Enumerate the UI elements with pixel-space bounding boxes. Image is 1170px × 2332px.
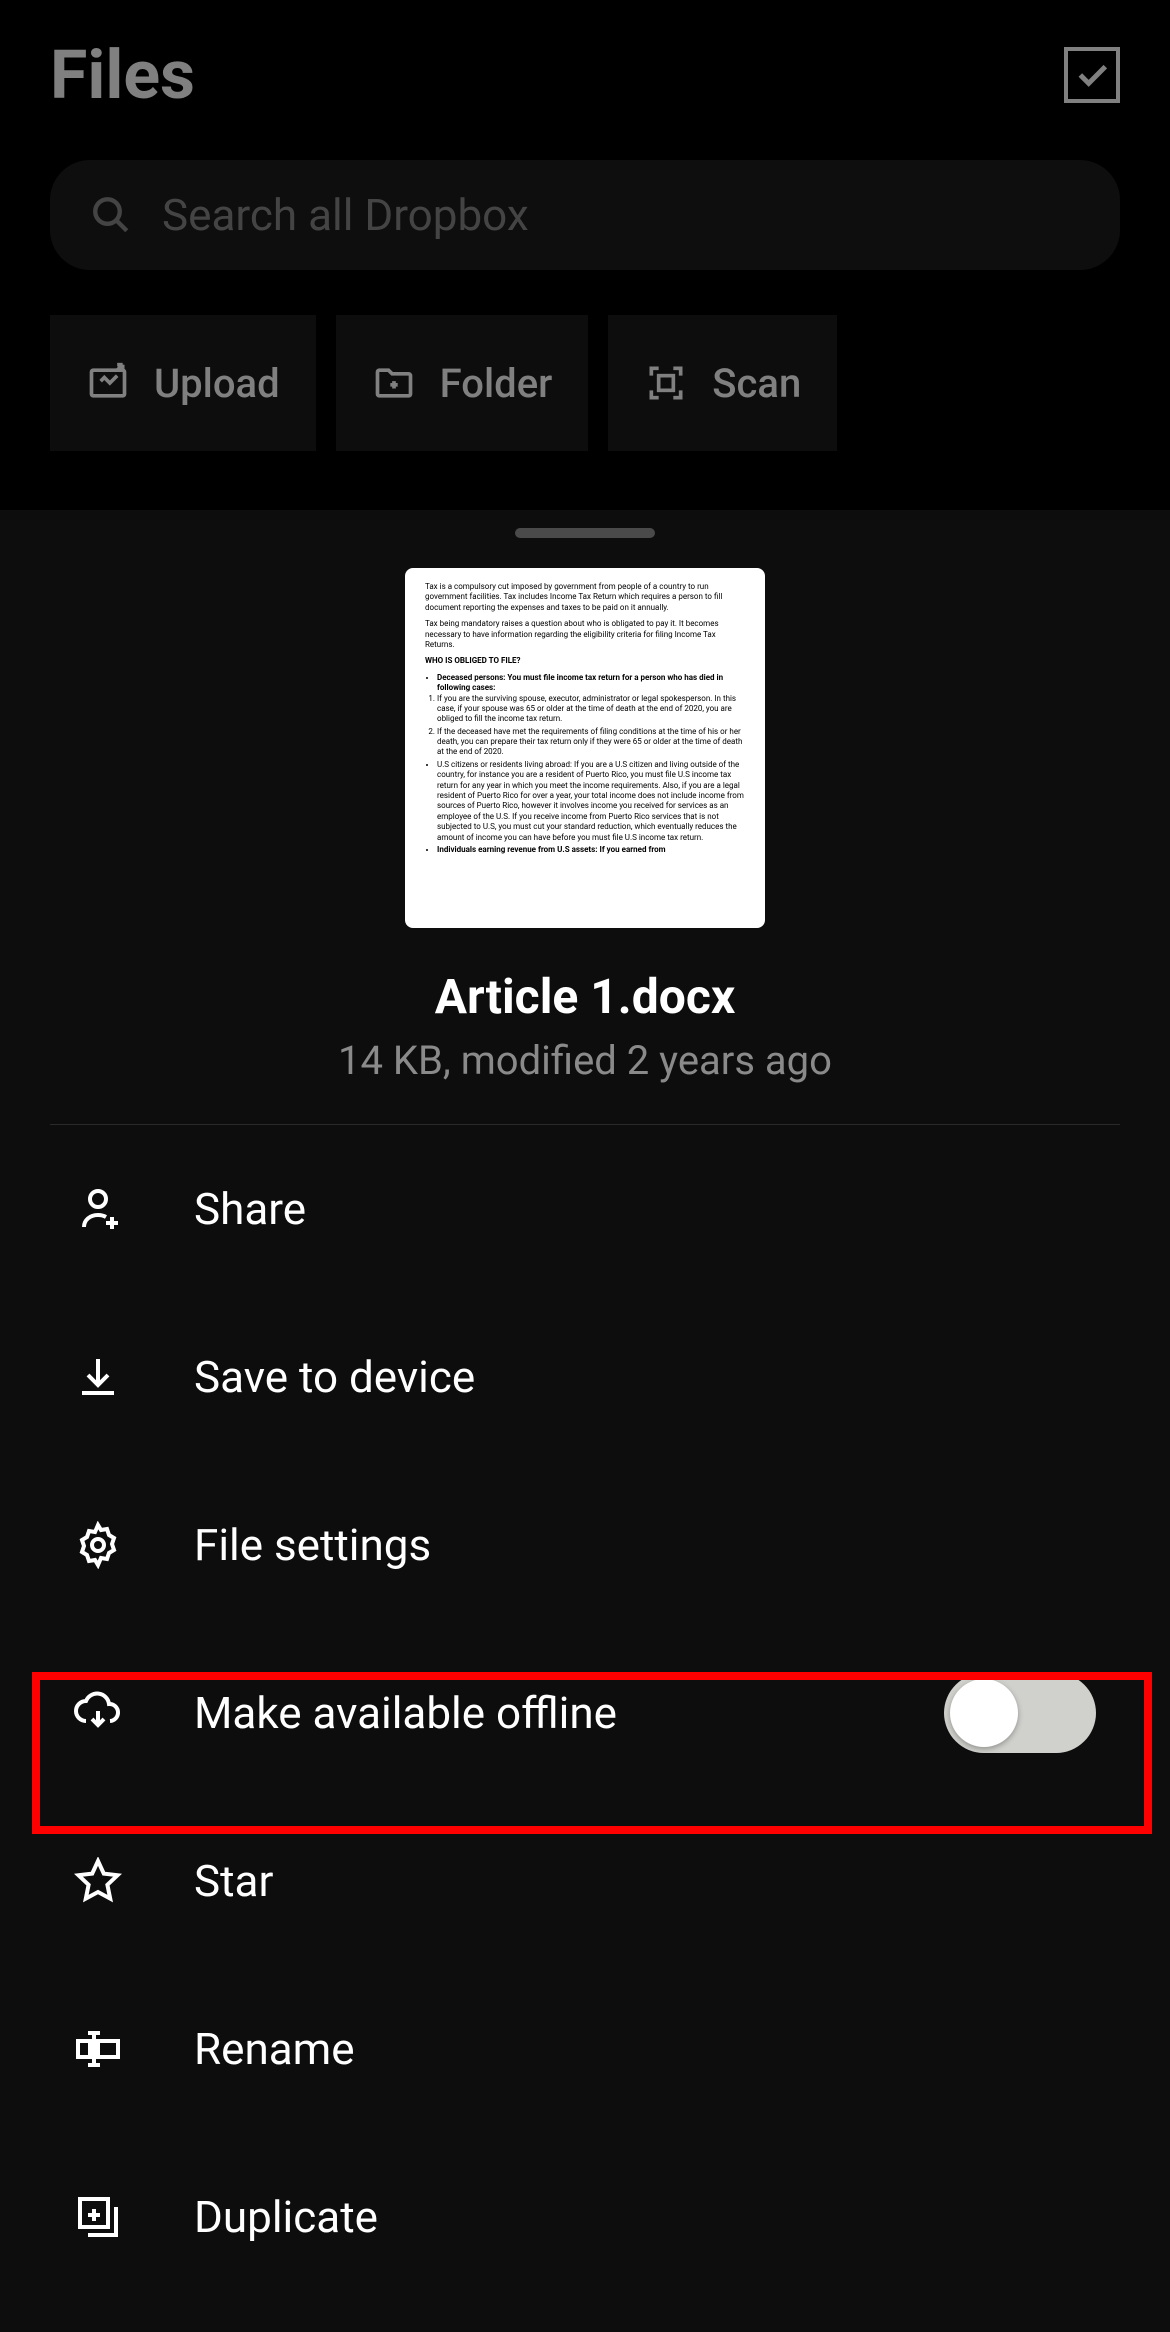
rename-label: Rename <box>194 2023 1096 2075</box>
checkmark-icon <box>1072 55 1112 95</box>
folder-plus-icon <box>372 361 416 405</box>
scan-icon <box>644 361 688 405</box>
search-icon <box>90 194 132 236</box>
action-buttons: Upload Folder Scan <box>50 315 1120 451</box>
folder-button[interactable]: Folder <box>336 315 589 451</box>
select-mode-button[interactable] <box>1064 47 1120 103</box>
file-preview: Tax is a compulsory cut imposed by gover… <box>50 568 1120 1125</box>
duplicate-label: Duplicate <box>194 2191 1096 2243</box>
file-meta: 14 KB, modified 2 years ago <box>338 1037 832 1084</box>
menu-list: Share Save to device File settings Make … <box>0 1125 1170 2301</box>
star-label: Star <box>194 1855 1096 1907</box>
bottom-sheet: Tax is a compulsory cut imposed by gover… <box>0 510 1170 2332</box>
offline-toggle[interactable] <box>944 1673 1096 1753</box>
scan-button[interactable]: Scan <box>608 315 837 451</box>
upload-label: Upload <box>154 360 280 407</box>
search-input[interactable]: Search all Dropbox <box>50 160 1120 270</box>
settings-label: File settings <box>194 1519 1096 1571</box>
gear-icon <box>74 1521 122 1569</box>
upload-button[interactable]: Upload <box>50 315 316 451</box>
share-item[interactable]: Share <box>0 1125 1170 1293</box>
offline-item[interactable]: Make available offline <box>0 1629 1170 1797</box>
save-item[interactable]: Save to device <box>0 1293 1170 1461</box>
drag-handle[interactable] <box>515 528 655 538</box>
star-item[interactable]: Star <box>0 1797 1170 1965</box>
page-title: Files <box>50 35 195 115</box>
offline-label: Make available offline <box>194 1687 944 1739</box>
toggle-knob <box>950 1679 1018 1747</box>
search-placeholder: Search all Dropbox <box>162 189 529 241</box>
settings-item[interactable]: File settings <box>0 1461 1170 1629</box>
scan-label: Scan <box>712 360 801 407</box>
file-thumbnail[interactable]: Tax is a compulsory cut imposed by gover… <box>405 568 765 928</box>
download-icon <box>74 1353 122 1401</box>
rename-item[interactable]: Rename <box>0 1965 1170 2133</box>
share-icon <box>74 1185 122 1233</box>
upload-icon <box>86 361 130 405</box>
header: Files <box>50 35 1120 115</box>
duplicate-item[interactable]: Duplicate <box>0 2133 1170 2301</box>
file-name: Article 1.docx <box>435 968 736 1025</box>
cloud-download-icon <box>74 1689 122 1737</box>
folder-label: Folder <box>440 360 553 407</box>
save-label: Save to device <box>194 1351 1096 1403</box>
duplicate-icon <box>74 2193 122 2241</box>
rename-icon <box>74 2025 122 2073</box>
share-label: Share <box>194 1183 1096 1235</box>
background-dimmed: Files Search all Dropbox Upload Folder S… <box>0 0 1170 510</box>
star-icon <box>74 1857 122 1905</box>
